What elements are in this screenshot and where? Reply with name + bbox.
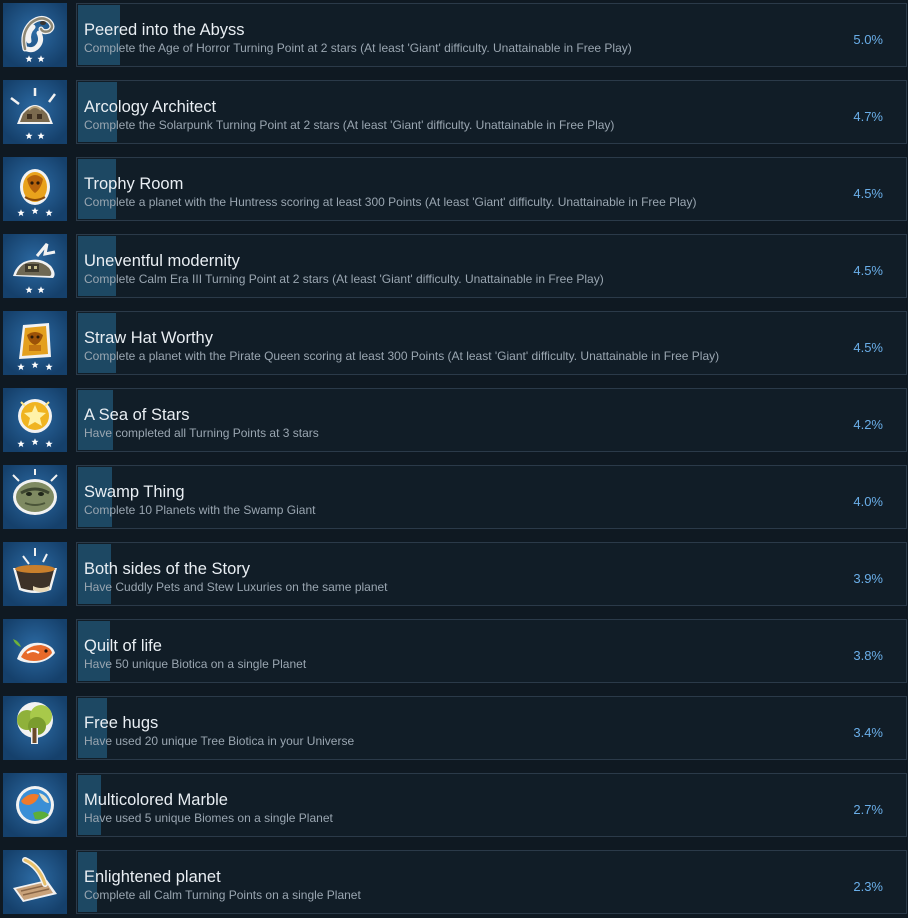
achievement-panel: Arcology Architect Complete the Solarpunk… [76,80,907,144]
unlock-percent: 4.0% [853,494,883,509]
achievement-title: Straw Hat Worthy [84,329,213,347]
achievement-description: Have used 20 unique Tree Biotica in your… [84,734,355,748]
achievement-description: Complete a planet with the Huntress scor… [84,195,697,209]
unlock-percent: 3.4% [853,725,883,740]
unlock-percent: 5.0% [853,32,883,47]
achievement-description: Have 50 unique Biotica on a single Plane… [84,657,307,671]
achievement-title: Both sides of the Story [84,560,251,578]
scroll-quill-icon [3,850,67,914]
achievement-panel: Free hugs Have used 20 unique Tree Biotic… [76,696,907,760]
unlock-percent: 2.3% [853,879,883,894]
unlock-percent: 4.2% [853,417,883,432]
achievement-panel: Multicolored Marble Have used 5 unique Bi… [76,773,907,837]
achievement-list: Peered into the Abyss Complete the Age of… [0,0,908,918]
achievement-title: Multicolored Marble [84,791,228,809]
unlock-percent: 3.9% [853,571,883,586]
unlock-percent: 4.5% [853,263,883,278]
achievement-description: Complete the Solarpunk Turning Point at … [84,118,615,132]
achievement-title: Enlightened planet [84,868,221,886]
achievement-panel: Quilt of life Have 50 unique Biotica on a… [76,619,907,683]
achievement-title: Peered into the Abyss [84,21,245,39]
achievement-row[interactable]: Arcology Architect Complete the Solarpunk… [0,79,908,145]
unlock-percent: 4.7% [853,109,883,124]
achievement-description: Complete all Calm Turning Points on a si… [84,888,361,902]
achievement-title: Quilt of life [84,637,162,655]
achievement-panel: Both sides of the Story Have Cuddly Pets … [76,542,907,606]
biotica-fish-icon [3,619,67,683]
abyss-creature-icon [3,3,67,67]
achievement-description: Complete a planet with the Pirate Queen … [84,349,720,363]
stew-pot-icon [3,542,67,606]
arcology-dome-icon [3,80,67,144]
unlock-percent: 4.5% [853,186,883,201]
achievement-panel: Straw Hat Worthy Complete a planet with t… [76,311,907,375]
achievement-row[interactable]: Multicolored Marble Have used 5 unique Bi… [0,772,908,838]
pirate-queen-icon [3,311,67,375]
achievement-title: Uneventful modernity [84,252,240,270]
planet-globe-icon [3,773,67,837]
achievement-row[interactable]: Free hugs Have used 20 unique Tree Biotic… [0,695,908,761]
achievement-panel: Enlightened planet Complete all Calm Turn… [76,850,907,914]
achievement-row[interactable]: Trophy Room Complete a planet with the Hu… [0,156,908,222]
achievement-panel: Peered into the Abyss Complete the Age of… [76,3,907,67]
achievement-row[interactable]: A Sea of Stars Have completed all Turning… [0,387,908,453]
achievement-panel: Uneventful modernity Complete Calm Era II… [76,234,907,298]
achievement-row[interactable]: Uneventful modernity Complete Calm Era II… [0,233,908,299]
achievement-description: Have completed all Turning Points at 3 s… [84,426,319,440]
calm-era-icon [3,234,67,298]
tree-icon [3,696,67,760]
achievement-title: Free hugs [84,714,159,732]
unlock-percent: 3.8% [853,648,883,663]
achievement-title: Arcology Architect [84,98,217,116]
unlock-percent: 4.5% [853,340,883,355]
achievement-row[interactable]: Straw Hat Worthy Complete a planet with t… [0,310,908,376]
huntress-trophy-icon [3,157,67,221]
swamp-giant-icon [3,465,67,529]
golden-stars-icon [3,388,67,452]
achievement-row[interactable]: Both sides of the Story Have Cuddly Pets … [0,541,908,607]
achievement-title: Swamp Thing [84,483,185,501]
achievement-panel: A Sea of Stars Have completed all Turning… [76,388,907,452]
achievement-description: Complete the Age of Horror Turning Point… [84,41,632,55]
achievement-title: Trophy Room [84,175,184,193]
achievement-title: A Sea of Stars [84,406,190,424]
unlock-percent: 2.7% [853,802,883,817]
achievement-panel: Trophy Room Complete a planet with the Hu… [76,157,907,221]
achievement-row[interactable]: Enlightened planet Complete all Calm Turn… [0,849,908,915]
achievement-panel: Swamp Thing Complete 10 Planets with the … [76,465,907,529]
achievement-description: Have used 5 unique Biomes on a single Pl… [84,811,333,825]
achievement-description: Complete 10 Planets with the Swamp Giant [84,503,316,517]
achievement-row[interactable]: Swamp Thing Complete 10 Planets with the … [0,464,908,530]
achievement-row[interactable]: Quilt of life Have 50 unique Biotica on a… [0,618,908,684]
achievement-description: Complete Calm Era III Turning Point at 2… [84,272,604,286]
achievement-row[interactable]: Peered into the Abyss Complete the Age of… [0,2,908,68]
achievement-description: Have Cuddly Pets and Stew Luxuries on th… [84,580,388,594]
